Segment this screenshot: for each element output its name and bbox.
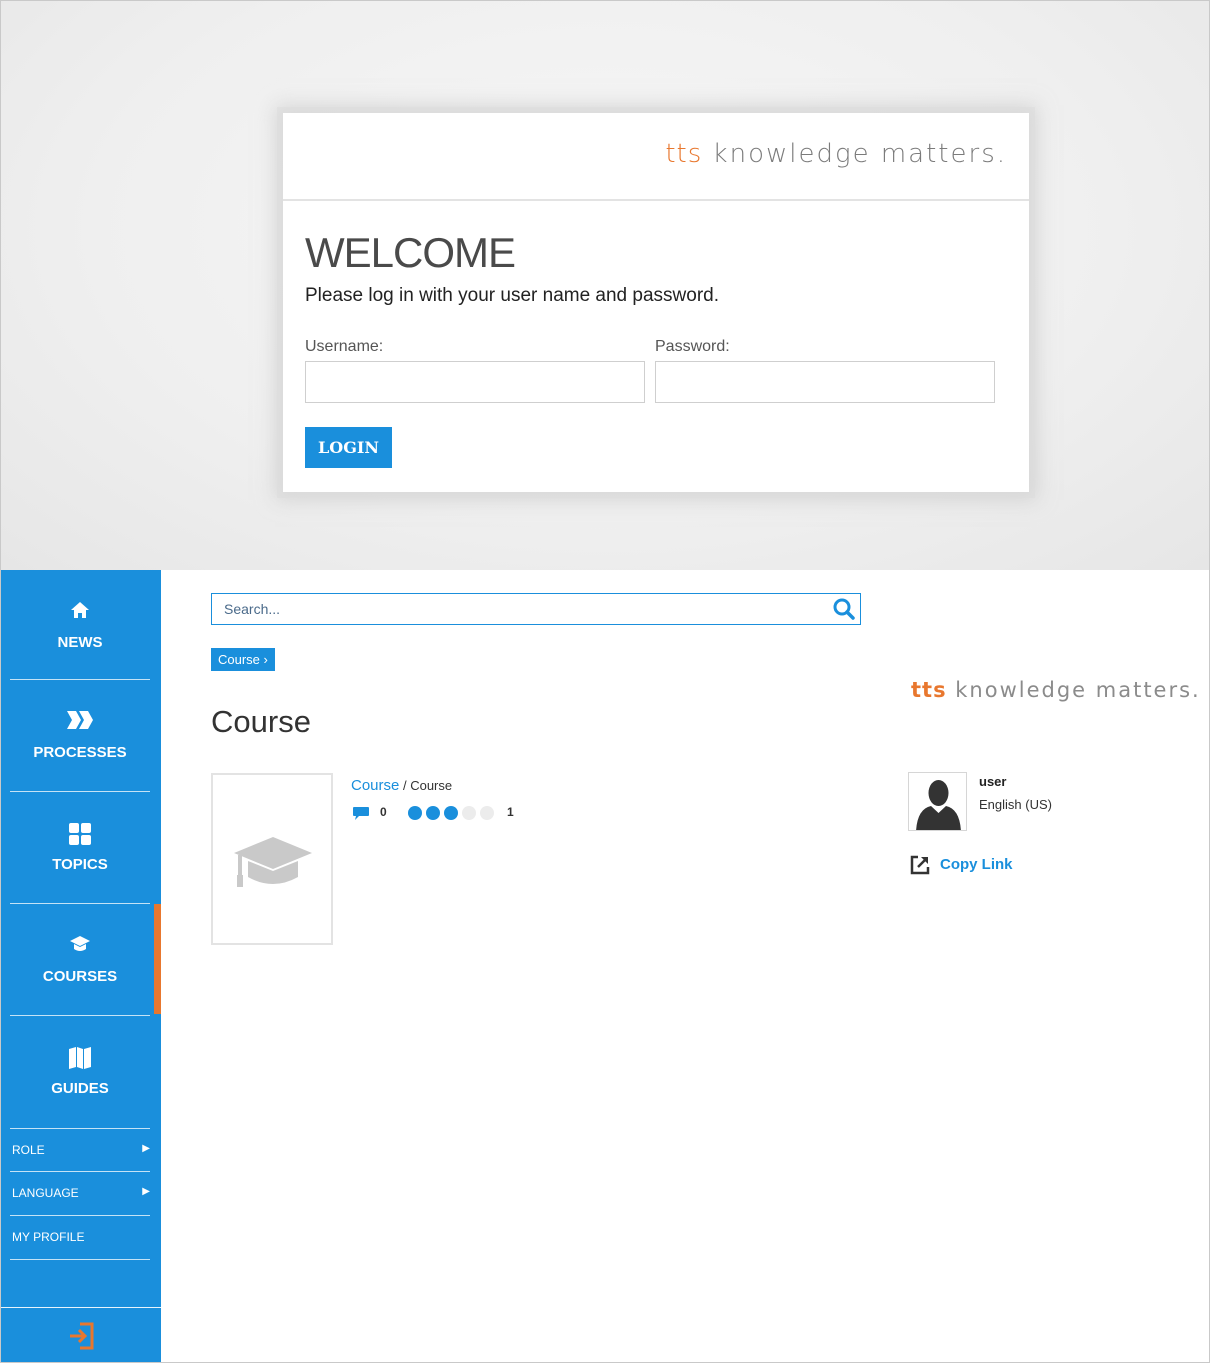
- path-separator: /: [399, 778, 411, 793]
- sidebar: NEWS PROCESSES TOPICS COURSES GUIDES ROL…: [0, 570, 161, 1363]
- page-title: Course: [211, 704, 311, 739]
- avatar[interactable]: [908, 772, 967, 831]
- graduation-cap-icon: [234, 837, 312, 887]
- comment-icon: [353, 807, 369, 820]
- search-icon[interactable]: [832, 597, 856, 621]
- user-name: user: [979, 774, 1007, 789]
- sidebar-item-label: LANGUAGE: [12, 1186, 79, 1200]
- sidebar-item-label: MY PROFILE: [12, 1230, 85, 1244]
- brand-logo: tts knowledge matters.: [911, 678, 1201, 702]
- brand-logo-tts: tts: [665, 139, 703, 169]
- course-link[interactable]: Course: [351, 777, 399, 794]
- user-language: English (US): [979, 797, 1052, 812]
- logout-icon: [69, 1322, 93, 1349]
- password-input[interactable]: [655, 361, 995, 403]
- sidebar-item-language[interactable]: LANGUAGE ▶: [10, 1172, 150, 1216]
- rating-dot: [444, 806, 458, 820]
- rating-dot: [480, 806, 494, 820]
- sidebar-item-guides[interactable]: GUIDES: [10, 1016, 150, 1128]
- username-input[interactable]: [305, 361, 645, 403]
- comment-count: 0: [380, 805, 387, 819]
- login-card-header: tts knowledge matters.: [283, 113, 1029, 201]
- search-input[interactable]: [212, 594, 832, 624]
- sidebar-item-label: TOPICS: [52, 856, 108, 873]
- course-path: Course / Course: [351, 777, 452, 794]
- rating-count: 1: [507, 805, 514, 819]
- sidebar-item-label: ROLE: [12, 1143, 45, 1157]
- sidebar-item-courses[interactable]: COURSES: [10, 904, 150, 1016]
- login-section: tts knowledge matters. WELCOME Please lo…: [0, 0, 1210, 570]
- breadcrumb[interactable]: Course ›: [211, 648, 275, 671]
- course-thumbnail[interactable]: [211, 773, 333, 945]
- sidebar-item-topics[interactable]: TOPICS: [10, 792, 150, 904]
- breadcrumb-label: Course: [218, 652, 260, 667]
- sidebar-item-label: NEWS: [57, 634, 103, 651]
- home-icon: [10, 600, 150, 624]
- brand-logo-text: knowledge matters.: [702, 139, 1007, 169]
- user-silhouette-icon: [909, 773, 966, 830]
- chevron-right-icon: ›: [263, 652, 268, 667]
- sidebar-item-label: PROCESSES: [33, 744, 127, 761]
- brand-logo: tts knowledge matters.: [665, 139, 1007, 169]
- brand-logo-text: knowledge matters.: [946, 678, 1201, 702]
- sidebar-item-news[interactable]: NEWS: [10, 570, 150, 680]
- welcome-title: WELCOME: [305, 229, 516, 276]
- course-current: Course: [410, 778, 453, 793]
- logout-button[interactable]: [0, 1307, 161, 1363]
- graduation-cap-icon: [10, 934, 150, 958]
- sidebar-item-role[interactable]: ROLE ▶: [10, 1128, 150, 1172]
- rating-dot: [426, 806, 440, 820]
- login-card: tts knowledge matters. WELCOME Please lo…: [283, 113, 1029, 492]
- map-icon: [10, 1046, 150, 1070]
- login-button[interactable]: LOGIN: [305, 427, 392, 468]
- password-label: Password:: [655, 338, 730, 355]
- username-label: Username:: [305, 338, 384, 355]
- active-indicator: [154, 904, 161, 1014]
- brand-logo-tts: tts: [911, 678, 947, 702]
- sidebar-item-label: GUIDES: [51, 1080, 109, 1097]
- grid-icon: [10, 822, 150, 846]
- sidebar-item-my-profile[interactable]: MY PROFILE: [10, 1216, 150, 1260]
- sidebar-item-label: COURSES: [42, 968, 118, 985]
- caret-right-icon: ▶: [142, 1143, 150, 1154]
- welcome-subtitle: Please log in with your user name and pa…: [305, 285, 720, 306]
- external-link-icon: [910, 855, 930, 875]
- search-box: [211, 593, 861, 625]
- rating-dot: [462, 806, 476, 820]
- caret-right-icon: ▶: [142, 1186, 150, 1197]
- copy-link-label: Copy Link: [940, 856, 1013, 873]
- sidebar-item-processes[interactable]: PROCESSES: [10, 680, 150, 792]
- rating-dot: [408, 806, 422, 820]
- chevrons-right-icon: [10, 710, 150, 734]
